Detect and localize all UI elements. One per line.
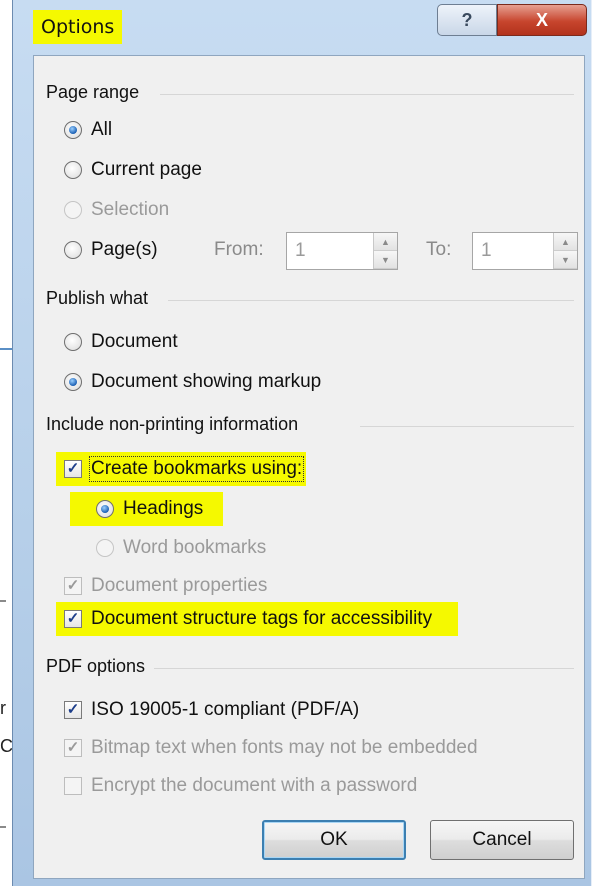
radio-all-label: All [91, 119, 113, 140]
create-bookmarks-label: Create bookmarks using: [88, 456, 305, 482]
radio-current-page[interactable]: Current page [64, 156, 202, 184]
radio-document-markup[interactable]: Document showing markup [64, 368, 321, 396]
help-icon: ? [461, 9, 473, 30]
page-range-group-label: Page range [46, 82, 140, 102]
radio-button [64, 201, 82, 219]
checkbox-document-properties: ✓ Document properties [64, 572, 267, 600]
radio-button[interactable] [64, 373, 82, 391]
document-properties-label: Document properties [91, 575, 268, 596]
checkbox: ✓ [64, 739, 82, 757]
radio-document-label: Document [91, 331, 178, 352]
dialog-body: Page range All Current page Selection Pa… [33, 55, 585, 879]
group-separator [360, 426, 574, 427]
non-printing-group-label: Include non-printing information [46, 414, 299, 434]
title-bar: Options ? X [13, 0, 592, 50]
radio-button[interactable] [64, 241, 82, 259]
checkbox[interactable]: ✓ [64, 610, 82, 628]
bitmap-text-label: Bitmap text when fonts may not be embedd… [91, 737, 478, 758]
checkbox[interactable]: ✓ [64, 701, 82, 719]
dialog-title: Options [33, 10, 123, 44]
radio-selection-label: Selection [91, 199, 170, 220]
radio-document[interactable]: Document [64, 328, 178, 356]
radio-headings[interactable]: Headings [70, 492, 224, 526]
spin-down-icon[interactable]: ▼ [374, 251, 397, 269]
group-separator [160, 94, 574, 95]
checkbox [64, 777, 82, 795]
radio-pages[interactable]: Page(s) [64, 236, 158, 264]
checkbox-create-bookmarks[interactable]: ✓ Create bookmarks using: [56, 452, 307, 486]
spin-down-icon[interactable]: ▼ [554, 251, 577, 269]
from-value: 1 [295, 240, 306, 261]
publish-what-group-label: Publish what [46, 288, 149, 308]
radio-button[interactable] [64, 161, 82, 179]
from-spinner[interactable]: 1 ▲ ▼ [286, 232, 398, 270]
spin-up-icon[interactable]: ▲ [554, 233, 577, 251]
checkbox: ✓ [64, 577, 82, 595]
radio-button [96, 539, 114, 557]
options-dialog: Options ? X Page range All Current page … [12, 0, 592, 886]
radio-word-bookmarks: Word bookmarks [96, 534, 266, 562]
radio-current-page-label: Current page [91, 159, 202, 180]
ok-button[interactable]: OK [262, 820, 406, 860]
radio-button[interactable] [64, 121, 82, 139]
iso-label: ISO 19005-1 compliant (PDF/A) [91, 699, 360, 720]
cancel-button[interactable]: Cancel [430, 820, 574, 860]
checkbox-iso[interactable]: ✓ ISO 19005-1 compliant (PDF/A) [64, 696, 359, 724]
radio-all[interactable]: All [64, 116, 112, 144]
spin-up-icon[interactable]: ▲ [374, 233, 397, 251]
checkbox[interactable]: ✓ [64, 460, 82, 478]
background-mark [0, 826, 6, 828]
radio-selection: Selection [64, 196, 169, 224]
word-bookmarks-label: Word bookmarks [123, 537, 267, 558]
structure-tags-label: Document structure tags for accessibilit… [91, 608, 433, 629]
group-separator [168, 300, 574, 301]
radio-pages-label: Page(s) [91, 239, 158, 260]
radio-document-markup-label: Document showing markup [91, 371, 322, 392]
checkbox-structure-tags[interactable]: ✓ Document structure tags for accessibil… [56, 602, 459, 636]
group-separator [154, 668, 574, 669]
checkbox-bitmap-text: ✓ Bitmap text when fonts may not be embe… [64, 734, 478, 762]
radio-button[interactable] [96, 500, 114, 518]
background-text-fragment: r [0, 698, 6, 718]
to-label: To: [426, 239, 452, 260]
radio-button[interactable] [64, 333, 82, 351]
encrypt-label: Encrypt the document with a password [91, 775, 418, 796]
from-label: From: [214, 239, 264, 260]
help-button[interactable]: ? [437, 4, 497, 36]
checkbox-encrypt: Encrypt the document with a password [64, 772, 417, 800]
background-mark [0, 600, 6, 602]
to-value: 1 [481, 240, 492, 261]
close-button[interactable]: X [497, 4, 587, 36]
to-spinner[interactable]: 1 ▲ ▼ [472, 232, 578, 270]
headings-label: Headings [123, 498, 204, 519]
pdf-options-group-label: PDF options [46, 656, 146, 676]
close-icon: X [535, 9, 548, 30]
